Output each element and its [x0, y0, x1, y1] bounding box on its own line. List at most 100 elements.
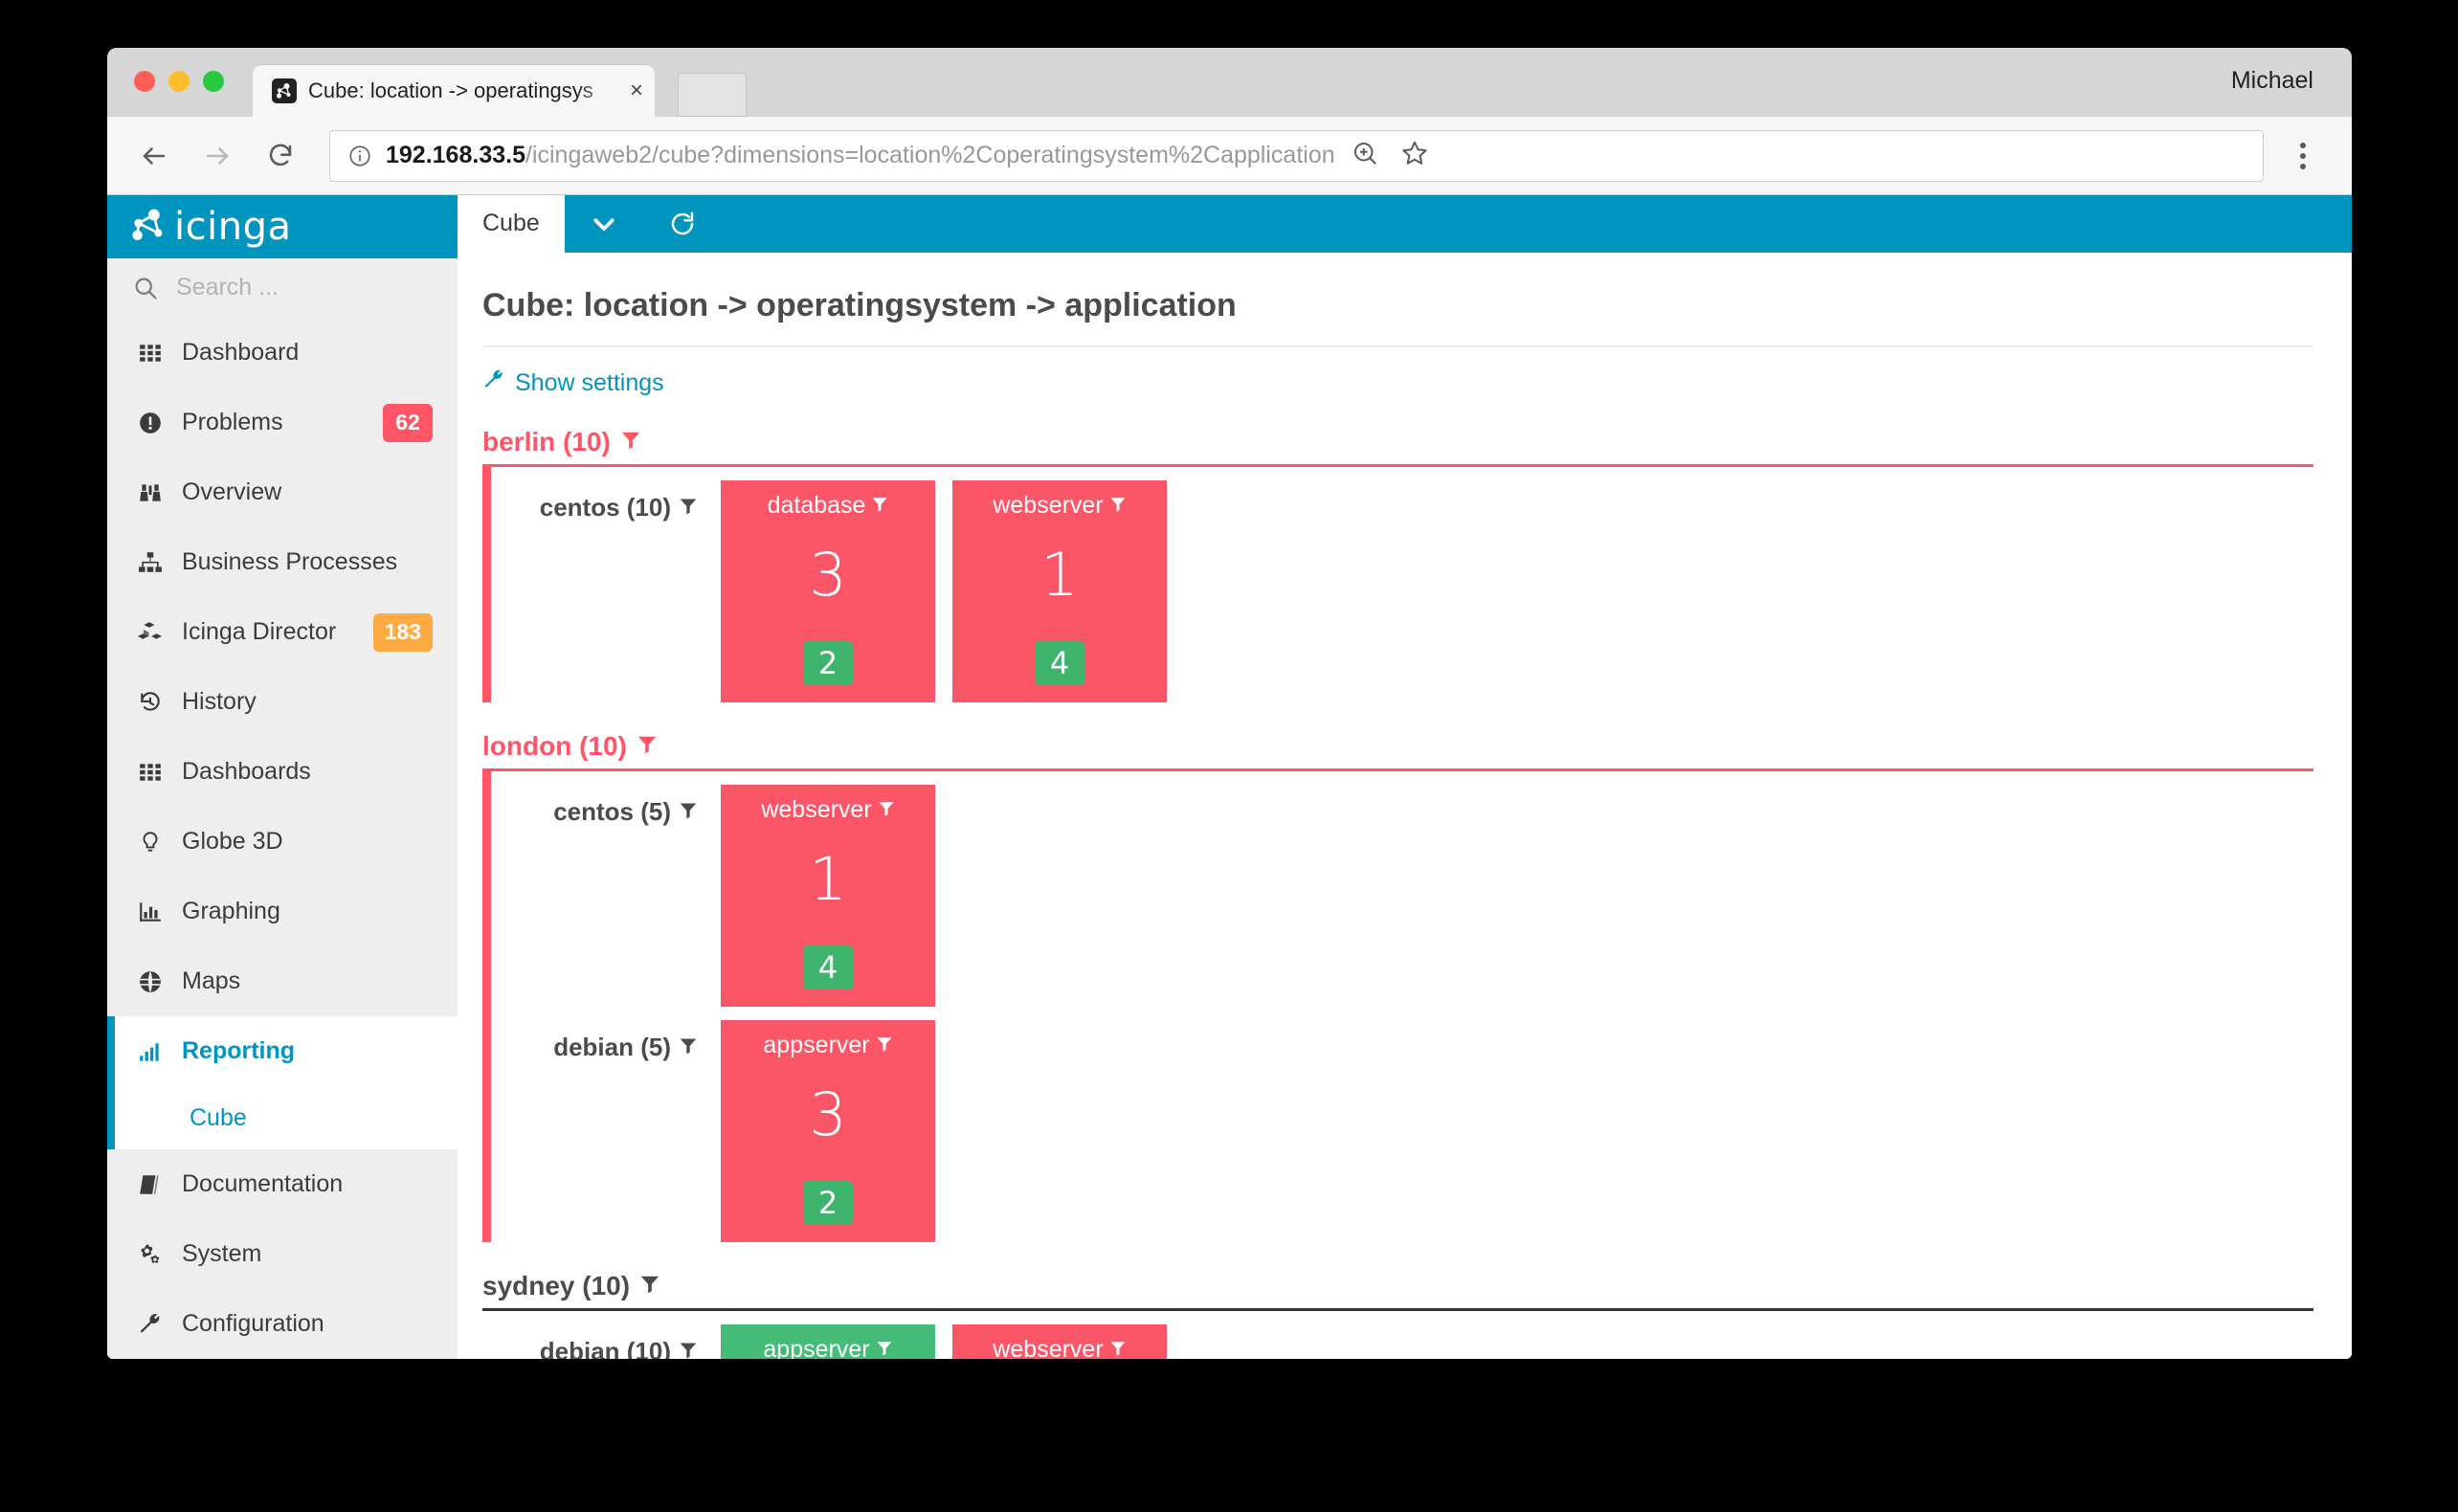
- sidebar-badge-director: 183: [372, 612, 433, 652]
- sidebar-item-business-processes[interactable]: Business Processes: [107, 527, 458, 597]
- sidebar-subitem-cube[interactable]: Cube: [107, 1086, 458, 1149]
- new-tab-button[interactable]: [678, 73, 747, 117]
- maximize-window-button[interactable]: [203, 71, 224, 92]
- sidebar-item-label: Problems: [182, 409, 283, 435]
- browser-window: Cube: location -> operatingsys × Michael…: [107, 48, 2352, 1359]
- sidebar-item-problems[interactable]: Problems 62: [107, 388, 458, 457]
- sidebar-item-icinga-director[interactable]: Icinga Director 183: [107, 597, 458, 667]
- filter-funnel-icon[interactable]: [1109, 1336, 1127, 1359]
- chevron-down-icon[interactable]: [565, 195, 643, 253]
- sidebar-item-label: Reporting: [182, 1037, 296, 1064]
- cube-cell-value: 3: [809, 539, 847, 610]
- cube-pane: Cube: location -> operatingsystem -> app…: [458, 253, 2352, 1359]
- cube-cell-header: webserver: [993, 492, 1126, 520]
- cube-cell-header: database: [768, 492, 889, 520]
- sidebar-item-history[interactable]: History: [107, 667, 458, 737]
- report-chart-icon: [134, 1039, 167, 1064]
- close-tab-icon[interactable]: ×: [630, 79, 643, 102]
- filter-funnel-icon[interactable]: [1109, 492, 1127, 520]
- minimize-window-button[interactable]: [168, 71, 190, 92]
- sidebar-item-label: Documentation: [182, 1170, 344, 1197]
- cube-group-header[interactable]: sydney (10): [482, 1271, 2313, 1301]
- cube-cell[interactable]: webserver 1: [952, 1323, 1167, 1359]
- tab-cube[interactable]: Cube: [458, 195, 565, 253]
- filter-funnel-icon[interactable]: [876, 1032, 893, 1059]
- wrench-icon: [482, 368, 505, 398]
- sidebar-item-dashboard[interactable]: Dashboard: [107, 318, 458, 388]
- sidebar-item-label: Dashboards: [182, 758, 311, 785]
- sidebar-item-label: System: [182, 1240, 262, 1267]
- sidebar-item-label: History: [182, 688, 257, 715]
- browser-tab-title: Cube: location -> operatingsys: [308, 78, 593, 102]
- filter-funnel-icon[interactable]: [878, 796, 895, 824]
- star-icon[interactable]: [1400, 139, 1429, 172]
- cube-row-label-wrap[interactable]: debian (10): [491, 1311, 721, 1359]
- cube-group-header[interactable]: berlin (10): [482, 427, 2313, 457]
- show-settings-link[interactable]: Show settings: [482, 368, 664, 398]
- window-traffic-lights: [134, 71, 224, 92]
- filter-funnel-icon[interactable]: [679, 797, 698, 827]
- cube-row-label: debian (10): [539, 1337, 671, 1359]
- cube-group-body: centos (10) database 3 2 webserver 1 4: [482, 466, 2313, 702]
- sidebar-item-globe-3d[interactable]: Globe 3D: [107, 807, 458, 877]
- filter-funnel-icon[interactable]: [637, 731, 658, 762]
- wrench-icon: [134, 1312, 167, 1337]
- cube-cells: appserver 5 webserver: [721, 1311, 1167, 1359]
- cube-row-label-wrap[interactable]: centos (5): [491, 771, 721, 829]
- sidebar-subitem-label: Cube: [190, 1103, 247, 1131]
- cube-group-body: debian (10) appserver webserver: [482, 1311, 2313, 1359]
- icinga-mark-icon: [128, 205, 172, 249]
- cube-group-header[interactable]: london (10): [482, 731, 2313, 762]
- reload-icon[interactable]: [258, 134, 302, 178]
- cube-cell[interactable]: appserver 3 2: [721, 1019, 935, 1242]
- site-info-icon[interactable]: [347, 144, 372, 168]
- cube-cell-value: 1: [809, 843, 847, 914]
- cube-cell[interactable]: webserver 1 4: [721, 784, 935, 1007]
- sidebar-item-dashboards[interactable]: Dashboards: [107, 737, 458, 807]
- sidebar-item-maps[interactable]: Maps: [107, 946, 458, 1016]
- filter-funnel-icon[interactable]: [871, 492, 888, 520]
- address-bar-url: 192.168.33.5/icingaweb2/cube?dimensions=…: [386, 142, 1335, 169]
- sidebar-search[interactable]: [107, 258, 458, 318]
- back-icon[interactable]: [132, 134, 176, 178]
- sidebar-item-label: Business Processes: [182, 548, 398, 575]
- filter-funnel-icon[interactable]: [679, 1033, 698, 1062]
- sidebar-item-configuration[interactable]: Configuration: [107, 1289, 458, 1359]
- zoom-icon[interactable]: [1351, 139, 1379, 172]
- cube-cell[interactable]: appserver 5: [721, 1323, 935, 1359]
- cube-cell-label: webserver: [993, 491, 1104, 519]
- refresh-icon[interactable]: [643, 195, 722, 253]
- cube-group-label: berlin (10): [482, 426, 611, 456]
- filter-funnel-icon[interactable]: [679, 493, 698, 523]
- cube-cell-label: webserver: [993, 1335, 1104, 1359]
- filter-funnel-icon[interactable]: [639, 1271, 660, 1301]
- cube-group-sidebar: [482, 770, 491, 1242]
- sidebar-item-documentation[interactable]: Documentation: [107, 1149, 458, 1219]
- close-window-button[interactable]: [134, 71, 155, 92]
- cube-cell-sub-badge: 2: [803, 1180, 853, 1225]
- forward-icon[interactable]: [195, 134, 239, 178]
- icinga-logo[interactable]: icinga: [107, 195, 458, 258]
- cube-cell-header: appserver: [763, 1336, 892, 1359]
- content-area: Cube Cube: location -> operatingsystem -…: [458, 195, 2352, 1359]
- search-input[interactable]: [176, 274, 396, 302]
- sidebar-item-system[interactable]: System: [107, 1219, 458, 1289]
- cube-row-label-wrap[interactable]: debian (5): [491, 1007, 721, 1064]
- sidebar-item-reporting[interactable]: Reporting: [107, 1016, 458, 1086]
- cube-cell-label: database: [767, 491, 866, 519]
- cube-row-label-wrap[interactable]: centos (10): [491, 467, 721, 524]
- cube-cell[interactable]: database 3 2: [721, 479, 935, 702]
- cube-cell[interactable]: webserver 1 4: [952, 479, 1167, 702]
- cube-cell-label: appserver: [763, 1335, 870, 1359]
- sidebar-item-overview[interactable]: Overview: [107, 457, 458, 527]
- browser-tab[interactable]: Cube: location -> operatingsys ×: [253, 65, 655, 117]
- sidebar-item-graphing[interactable]: Graphing: [107, 877, 458, 946]
- cube-cells: appserver 3 2: [721, 1007, 935, 1242]
- address-bar[interactable]: 192.168.33.5/icingaweb2/cube?dimensions=…: [329, 129, 2264, 182]
- kebab-menu-icon[interactable]: [2279, 132, 2327, 180]
- filter-funnel-icon[interactable]: [679, 1337, 698, 1359]
- filter-funnel-icon[interactable]: [620, 427, 641, 457]
- cube-group-label: sydney (10): [482, 1270, 631, 1301]
- show-settings-label: Show settings: [515, 368, 664, 396]
- filter-funnel-icon[interactable]: [876, 1336, 893, 1359]
